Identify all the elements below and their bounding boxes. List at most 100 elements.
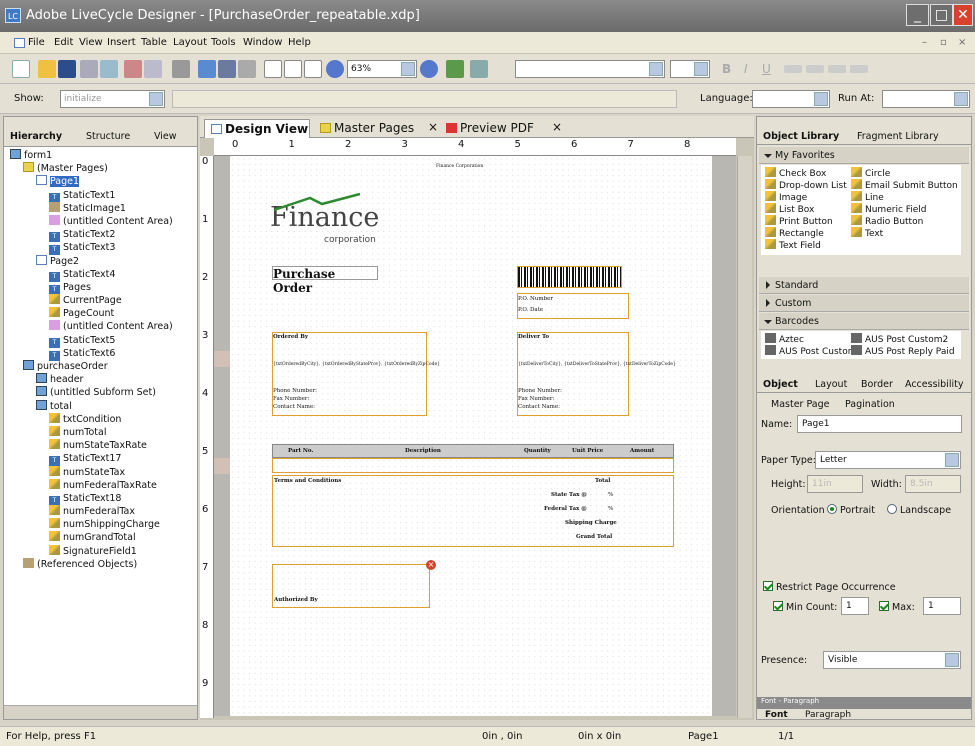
items-header-row[interactable] (272, 444, 674, 458)
tree-item[interactable]: (Referenced Objects) (4, 557, 197, 571)
zoom-out-icon[interactable] (326, 60, 344, 78)
tree-item[interactable]: (untitled Content Area) (4, 320, 197, 333)
tree-item[interactable]: numFederalTaxRate (4, 478, 197, 492)
width-field[interactable]: 8.5in (905, 475, 961, 493)
font-family-select[interactable] (515, 60, 665, 78)
menu-view[interactable]: View (79, 37, 103, 48)
italic-button[interactable]: I (744, 62, 748, 76)
tree-item[interactable]: T StaticText1 (4, 189, 197, 203)
check-script-icon[interactable] (446, 60, 464, 78)
tree-item[interactable]: numStateTax (4, 465, 197, 479)
landscape-radio[interactable]: Landscape (887, 504, 951, 516)
tree-item[interactable]: form1 (4, 149, 197, 162)
tree-item[interactable]: numTotal (4, 425, 197, 439)
tab-object[interactable]: Object (763, 379, 798, 390)
max-checkbox[interactable]: Max: (879, 601, 915, 613)
preview-pdf-icon[interactable] (470, 60, 488, 78)
design-canvas[interactable]: Finance Corporation Finance corporation … (214, 156, 736, 716)
standard-header[interactable]: Standard (759, 277, 969, 294)
menu-layout[interactable]: Layout (173, 37, 207, 48)
menu-window[interactable]: Window (243, 37, 282, 48)
close-button[interactable]: ✕ (953, 4, 973, 26)
menu-edit[interactable]: Edit (54, 37, 73, 48)
tab-object-library[interactable]: Object Library (763, 131, 839, 142)
tree-item[interactable]: Page2 (4, 254, 197, 268)
barcodes-header[interactable]: Barcodes (759, 313, 969, 330)
subtab-master-page[interactable]: Master Page (771, 399, 829, 410)
zoom-select[interactable]: 63% (347, 60, 417, 78)
height-field[interactable]: 11in (807, 475, 863, 493)
tree-item[interactable]: header (4, 373, 197, 386)
tab-border[interactable]: Border (861, 379, 893, 390)
custom-header[interactable]: Custom (759, 295, 969, 312)
po-title-box[interactable]: Purchase Order (272, 266, 378, 295)
doc-restore-icon[interactable]: ▫ (940, 37, 947, 48)
tree-item[interactable]: PageCount (4, 307, 197, 320)
maximize-button[interactable]: □ (930, 4, 953, 26)
tree-item[interactable]: StaticImage1 (4, 201, 197, 215)
tree-item[interactable]: txtCondition (4, 412, 197, 426)
tab-font[interactable]: Font (765, 710, 788, 720)
tab-close-icon[interactable]: × (428, 120, 438, 134)
redo-icon[interactable] (144, 60, 162, 78)
tree-item[interactable]: (untitled Subform Set) (4, 386, 197, 399)
form-page[interactable]: Finance Corporation Finance corporation … (230, 156, 712, 716)
tree-item[interactable]: numShippingCharge (4, 518, 197, 531)
tree-item[interactable]: T StaticText5 (4, 334, 197, 348)
underline-button[interactable]: U (762, 62, 771, 76)
font-size-select[interactable] (670, 60, 710, 78)
item-row[interactable] (272, 458, 674, 473)
min-count-field[interactable]: 1 (841, 597, 869, 615)
menu-help[interactable]: Help (288, 37, 311, 48)
tree-item[interactable]: numGrandTotal (4, 531, 197, 544)
fit-width-icon[interactable] (304, 60, 322, 78)
menu-table[interactable]: Table (141, 37, 167, 48)
actual-size-icon[interactable] (264, 60, 282, 78)
tab-structure[interactable]: Structure (86, 131, 130, 142)
tree-item[interactable]: (untitled Content Area) (4, 214, 197, 228)
hand-icon[interactable] (172, 60, 190, 78)
tab-close-icon[interactable]: × (552, 120, 562, 134)
align-left-icon[interactable] (784, 65, 802, 73)
script-field[interactable] (172, 90, 677, 108)
tab-view[interactable]: View (154, 131, 177, 142)
menu-tools[interactable]: Tools (211, 37, 236, 48)
justify-icon[interactable] (850, 65, 868, 73)
portrait-radio[interactable]: Portrait (827, 504, 875, 516)
paper-type-select[interactable]: Letter (815, 451, 961, 469)
print-icon[interactable] (80, 60, 98, 78)
tab-master-pages[interactable]: Master Pages (320, 121, 414, 135)
menu-file[interactable]: File (28, 37, 45, 48)
totals-box[interactable] (272, 475, 674, 547)
min-count-checkbox[interactable]: Min Count: (773, 601, 837, 613)
barcode-item[interactable]: AUS Post Reply Paid (851, 345, 955, 358)
tab-preview-pdf[interactable]: Preview PDF (446, 121, 534, 135)
zoom-in-icon[interactable] (420, 60, 438, 78)
tab-design-view[interactable]: Design View (204, 119, 310, 138)
library-item[interactable]: Text Field (765, 239, 821, 253)
tree-item[interactable]: purchaseOrder (4, 360, 197, 373)
align-right-icon[interactable] (828, 65, 846, 73)
tree-item[interactable]: T StaticText17 (4, 452, 197, 467)
doc-close-icon[interactable]: × (958, 37, 966, 48)
tree-item[interactable]: T StaticText4 (4, 268, 197, 282)
presence-select[interactable]: Visible (823, 651, 961, 669)
tree-item[interactable]: T StaticText6 (4, 347, 197, 361)
grid-icon[interactable] (198, 60, 216, 78)
bold-button[interactable]: B (722, 62, 731, 76)
tree-item[interactable]: (Master Pages) (4, 162, 197, 175)
tab-fragment-library[interactable]: Fragment Library (857, 131, 939, 142)
hierarchy-hscroll[interactable] (4, 705, 197, 719)
editor-vscroll[interactable] (737, 156, 752, 718)
minimize-button[interactable]: _ (906, 4, 929, 26)
fit-page-icon[interactable] (284, 60, 302, 78)
tab-hierarchy[interactable]: Hierarchy (10, 131, 62, 142)
tree-item[interactable]: numFederalTax (4, 505, 197, 518)
tree-item[interactable]: numStateTaxRate (4, 439, 197, 452)
tree-item[interactable]: T Pages (4, 281, 197, 295)
tree-item[interactable]: T StaticText18 (4, 492, 197, 506)
favorites-header[interactable]: My Favorites (759, 147, 969, 164)
tree-item[interactable]: T StaticText3 (4, 241, 197, 256)
language-select[interactable] (752, 90, 830, 108)
subtab-pagination[interactable]: Pagination (845, 399, 895, 410)
